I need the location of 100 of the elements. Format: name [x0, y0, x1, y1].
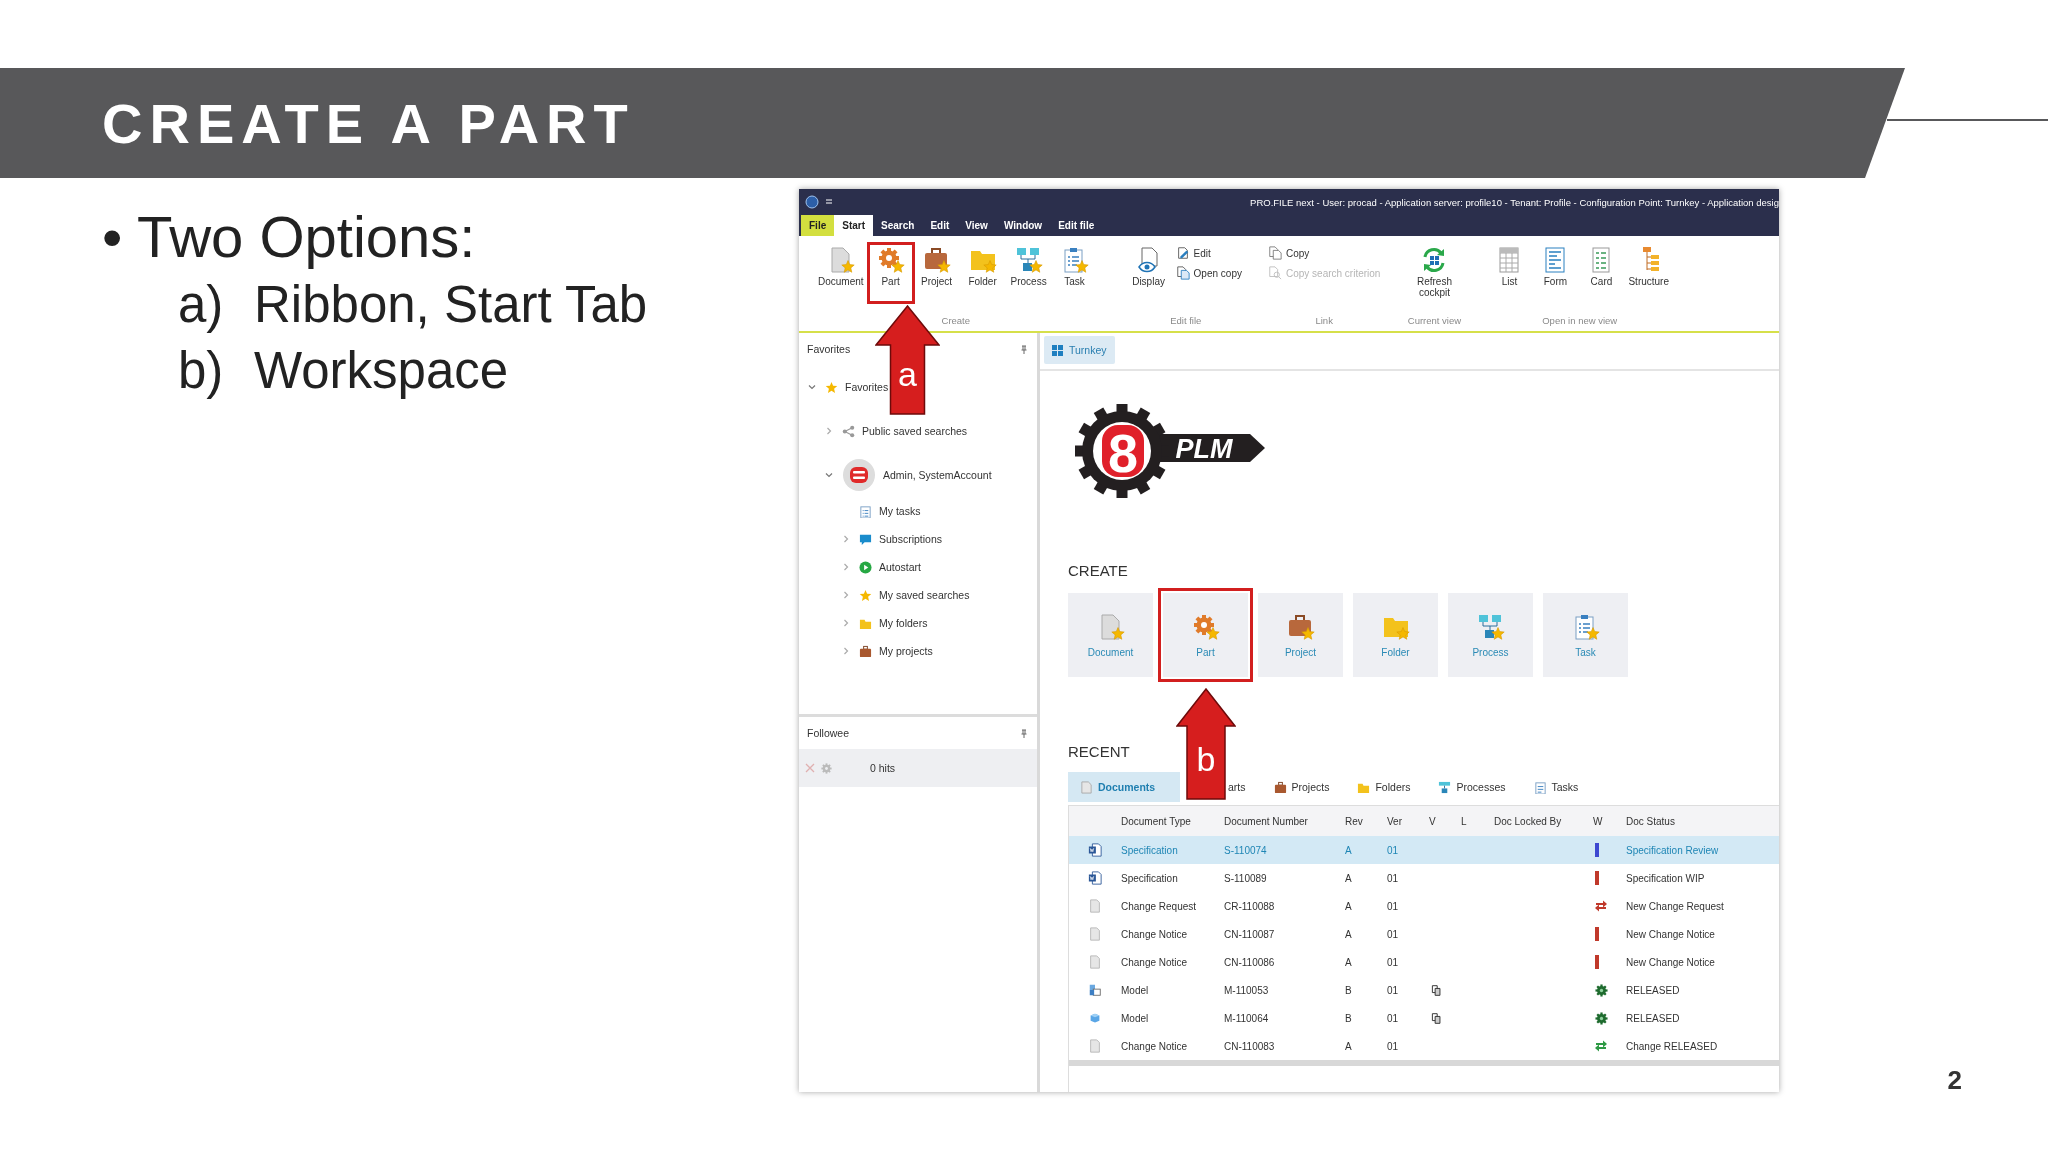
bullet-text: Two Options: — [137, 203, 476, 271]
section-heading: RECENT — [1068, 742, 1130, 762]
column-header[interactable]: Document Number — [1224, 815, 1345, 827]
ribbon-button[interactable]: Part — [868, 244, 913, 302]
workspace-tab[interactable]: Turnkey — [1044, 336, 1115, 364]
table-cell-text: CN-110086 — [1224, 956, 1276, 968]
table-cell-text: Change Notice — [1121, 956, 1189, 968]
chevron-right-icon[interactable] — [842, 591, 850, 599]
chevron-right-icon[interactable] — [842, 619, 850, 627]
bullet-text: Workspace — [254, 341, 509, 401]
hits-count: 0 hits — [870, 762, 896, 774]
recent-tab[interactable]: Documents — [1068, 772, 1180, 802]
bullet-marker: • — [102, 203, 124, 271]
table-cell-text: M-110064 — [1224, 1012, 1270, 1024]
column-header[interactable]: Rev — [1345, 815, 1387, 827]
table-cell-text: A — [1345, 844, 1353, 856]
table-cell-text: 01 — [1387, 1012, 1400, 1024]
grid-icon — [1052, 344, 1063, 356]
chevron-right-icon[interactable] — [842, 535, 850, 543]
section-heading: CREATE — [1068, 561, 1128, 581]
pin-icon[interactable] — [1021, 344, 1027, 354]
table-cell-text: Specification Review — [1626, 844, 1720, 856]
recent-tab[interactable]: Tasks — [1529, 772, 1583, 802]
briefcase-icon — [922, 246, 951, 274]
tree-item[interactable]: My folders — [879, 617, 928, 629]
table-cell-text: Specification WIP — [1626, 872, 1706, 884]
table-cell-text: 01 — [1387, 984, 1400, 996]
document-icon — [1088, 927, 1102, 941]
recent-tab[interactable]: arts — [1224, 772, 1250, 802]
document-icon — [1080, 780, 1093, 794]
table-cell-text: 01 — [1387, 900, 1400, 912]
table-cell-text: RELEASED — [1626, 1012, 1681, 1024]
close-icon[interactable] — [805, 763, 815, 773]
process-icon — [1476, 612, 1505, 641]
word-document-icon — [1088, 871, 1102, 885]
chevron-right-icon[interactable] — [842, 563, 850, 571]
chevron-right-icon[interactable] — [842, 647, 850, 655]
document-icon — [1088, 899, 1102, 913]
edit-icon — [1175, 246, 1190, 260]
column-header[interactable]: Document Type — [1121, 815, 1224, 827]
table-cell-text: Change Request — [1121, 900, 1198, 912]
chevron-down-icon[interactable] — [825, 471, 833, 479]
quick-access-icon[interactable] — [825, 198, 833, 206]
logo: 8 PLM — [1072, 401, 1287, 501]
table-cell-text: 01 — [1387, 956, 1400, 968]
settings-icon[interactable] — [821, 762, 832, 774]
tree-item[interactable]: Public saved searches — [862, 425, 968, 437]
pin-icon[interactable] — [1021, 728, 1027, 738]
window-title: PRO.FILE next - User: procad - Application server: profile10 - Tenant: Profile - Configuration Point: Turnkey - Application desig — [1249, 196, 1779, 208]
slide-title: CREATE A PART — [102, 90, 635, 156]
tree-item[interactable]: Favorites — [845, 381, 889, 393]
app-logo-icon — [805, 195, 819, 209]
copy-search-icon — [1267, 266, 1282, 280]
chevron-right-icon[interactable] — [825, 427, 833, 435]
ribbon-group-label: Link — [1314, 315, 1334, 328]
chevron-down-icon[interactable] — [808, 383, 816, 391]
tree-item[interactable]: My projects — [879, 645, 933, 657]
menu-tab[interactable]: View — [957, 215, 996, 236]
column-header[interactable]: Ver — [1387, 815, 1429, 827]
recent-tab[interactable]: Folders — [1353, 772, 1415, 802]
menu-tab[interactable]: Start — [834, 215, 874, 236]
menu-tab[interactable]: Search — [873, 215, 923, 236]
column-header[interactable]: L — [1461, 815, 1494, 827]
tree-item[interactable]: My tasks — [879, 505, 921, 517]
menu-tab[interactable]: Window — [995, 215, 1051, 236]
pane-title: Favorites — [807, 343, 851, 355]
tree-item[interactable]: Autostart — [879, 561, 922, 573]
create-tile[interactable]: Part — [1158, 588, 1253, 682]
list-marker: a) — [178, 275, 225, 335]
tree-item[interactable]: My saved searches — [879, 589, 970, 601]
table-cell-text: B — [1345, 1012, 1353, 1024]
column-header[interactable]: V — [1429, 815, 1461, 827]
recent-tab[interactable]: Projects — [1269, 772, 1334, 802]
menu-tab[interactable]: File — [801, 215, 835, 236]
table-cell-text: Change RELEASED — [1626, 1040, 1719, 1052]
list-marker: b) — [178, 341, 225, 401]
clipboard-icon — [859, 504, 872, 518]
recent-tab[interactable]: Processes — [1434, 772, 1510, 802]
column-header[interactable]: Doc Locked By — [1494, 815, 1593, 827]
column-header[interactable]: W — [1593, 815, 1626, 827]
column-header[interactable]: Doc Status — [1626, 815, 1779, 827]
tree-item[interactable]: Admin, SystemAccount — [883, 469, 992, 481]
table-cell-text: CR-110088 — [1224, 900, 1276, 912]
table-cell-text: A — [1345, 872, 1353, 884]
table-cell-text: A — [1345, 928, 1353, 940]
table-cell-text: CN-110083 — [1224, 1040, 1276, 1052]
word-document-icon — [1088, 843, 1102, 857]
table-cell-text: A — [1345, 956, 1353, 968]
menu-tab[interactable]: Edit — [922, 215, 958, 236]
table-cell-text: New Change Notice — [1626, 956, 1716, 968]
menu-tab[interactable]: Edit file — [1050, 215, 1103, 236]
table-cell-text: RELEASED — [1626, 984, 1681, 996]
horizontal-scrollbar[interactable] — [1069, 1060, 1779, 1066]
table-cell-text: A — [1345, 900, 1353, 912]
table-cell-text: S-110089 — [1224, 872, 1268, 884]
document-icon — [1088, 1039, 1102, 1053]
table-cell-text: S-110074 — [1224, 844, 1268, 856]
star-icon — [825, 380, 838, 394]
tree-item[interactable]: Subscriptions — [879, 533, 943, 545]
process-icon — [1014, 246, 1043, 274]
